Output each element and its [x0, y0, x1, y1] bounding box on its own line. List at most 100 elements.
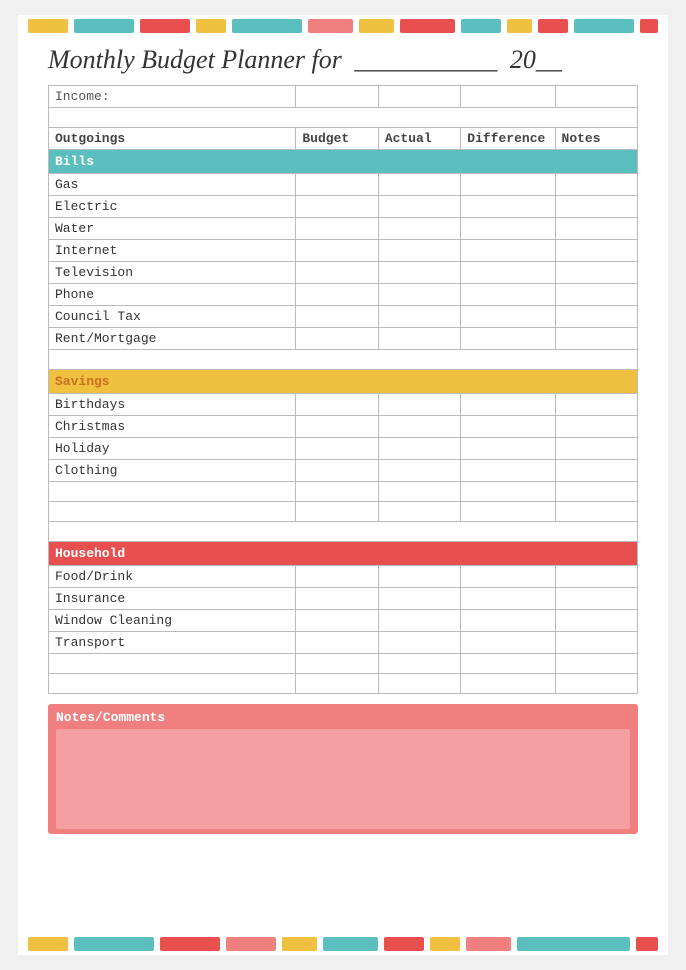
savings-empty-1 [49, 482, 638, 502]
notes-phone[interactable] [555, 284, 637, 306]
actual-clothing[interactable] [378, 460, 460, 482]
notes-clothing[interactable] [555, 460, 637, 482]
budget-council-tax[interactable] [296, 306, 378, 328]
bottom-bar-seg-1 [28, 937, 68, 951]
row-electric: Electric [49, 196, 638, 218]
diff-rent-mortgage [461, 328, 555, 350]
label-council-tax: Council Tax [49, 306, 296, 328]
income-label: Income: [49, 86, 296, 108]
budget-rent-mortgage[interactable] [296, 328, 378, 350]
spacer-row-3 [49, 522, 638, 542]
diff-phone [461, 284, 555, 306]
label-food-drink: Food/Drink [49, 566, 296, 588]
bottom-bar-seg-11 [636, 937, 658, 951]
budget-water[interactable] [296, 218, 378, 240]
actual-food-drink[interactable] [378, 566, 460, 588]
notes-internet[interactable] [555, 240, 637, 262]
row-clothing: Clothing [49, 460, 638, 482]
budget-holiday[interactable] [296, 438, 378, 460]
notes-section: Notes/Comments [48, 704, 638, 834]
label-transport: Transport [49, 632, 296, 654]
notes-council-tax[interactable] [555, 306, 637, 328]
diff-electric [461, 196, 555, 218]
label-television: Television [49, 262, 296, 284]
actual-christmas[interactable] [378, 416, 460, 438]
notes-transport[interactable] [555, 632, 637, 654]
budget-phone[interactable] [296, 284, 378, 306]
top-bar-seg-4 [196, 19, 226, 33]
label-electric: Electric [49, 196, 296, 218]
budget-food-drink[interactable] [296, 566, 378, 588]
actual-rent-mortgage[interactable] [378, 328, 460, 350]
household-header-cell: Household [49, 542, 638, 566]
top-bar-seg-3 [140, 19, 190, 33]
actual-internet[interactable] [378, 240, 460, 262]
budget-window-cleaning[interactable] [296, 610, 378, 632]
actual-holiday[interactable] [378, 438, 460, 460]
diff-food-drink [461, 566, 555, 588]
notes-body[interactable] [56, 729, 630, 829]
bottom-bar-seg-2 [74, 937, 154, 951]
notes-water[interactable] [555, 218, 637, 240]
actual-insurance[interactable] [378, 588, 460, 610]
actual-phone[interactable] [378, 284, 460, 306]
top-bar-seg-7 [359, 19, 394, 33]
notes-window-cleaning[interactable] [555, 610, 637, 632]
budget-television[interactable] [296, 262, 378, 284]
diff-window-cleaning [461, 610, 555, 632]
row-gas: Gas [49, 174, 638, 196]
label-insurance: Insurance [49, 588, 296, 610]
notes-food-drink[interactable] [555, 566, 637, 588]
column-headers: Outgoings Budget Actual Difference Notes [49, 128, 638, 150]
actual-birthdays[interactable] [378, 394, 460, 416]
row-transport: Transport [49, 632, 638, 654]
top-bar-seg-5 [232, 19, 302, 33]
title-year-blank: __ [536, 45, 562, 74]
title-blank: ___________ [354, 45, 497, 74]
budget-gas[interactable] [296, 174, 378, 196]
budget-clothing[interactable] [296, 460, 378, 482]
row-window-cleaning: Window Cleaning [49, 610, 638, 632]
notes-rent-mortgage[interactable] [555, 328, 637, 350]
notes-holiday[interactable] [555, 438, 637, 460]
budget-electric[interactable] [296, 196, 378, 218]
main-content: Income: Outgoings Budget Actual Differen… [18, 85, 668, 694]
row-insurance: Insurance [49, 588, 638, 610]
top-bar-seg-6 [308, 19, 353, 33]
notes-birthdays[interactable] [555, 394, 637, 416]
diff-television [461, 262, 555, 284]
top-bar-seg-8 [400, 19, 455, 33]
actual-water[interactable] [378, 218, 460, 240]
diff-transport [461, 632, 555, 654]
actual-television[interactable] [378, 262, 460, 284]
budget-internet[interactable] [296, 240, 378, 262]
bottom-bar-seg-4 [226, 937, 276, 951]
row-television: Television [49, 262, 638, 284]
row-phone: Phone [49, 284, 638, 306]
spacer-row-2 [49, 350, 638, 370]
actual-transport[interactable] [378, 632, 460, 654]
notes-gas[interactable] [555, 174, 637, 196]
label-christmas: Christmas [49, 416, 296, 438]
header-notes: Notes [555, 128, 637, 150]
savings-empty-2 [49, 502, 638, 522]
top-bar-seg-10 [507, 19, 532, 33]
household-empty-2 [49, 674, 638, 694]
actual-gas[interactable] [378, 174, 460, 196]
budget-christmas[interactable] [296, 416, 378, 438]
actual-council-tax[interactable] [378, 306, 460, 328]
notes-christmas[interactable] [555, 416, 637, 438]
page: Monthly Budget Planner for ___________ 2… [18, 15, 668, 955]
top-bar [18, 15, 668, 37]
row-council-tax: Council Tax [49, 306, 638, 328]
actual-window-cleaning[interactable] [378, 610, 460, 632]
notes-insurance[interactable] [555, 588, 637, 610]
savings-header-cell: Savings [49, 370, 638, 394]
budget-birthdays[interactable] [296, 394, 378, 416]
notes-television[interactable] [555, 262, 637, 284]
budget-transport[interactable] [296, 632, 378, 654]
budget-insurance[interactable] [296, 588, 378, 610]
notes-electric[interactable] [555, 196, 637, 218]
row-holiday: Holiday [49, 438, 638, 460]
actual-electric[interactable] [378, 196, 460, 218]
